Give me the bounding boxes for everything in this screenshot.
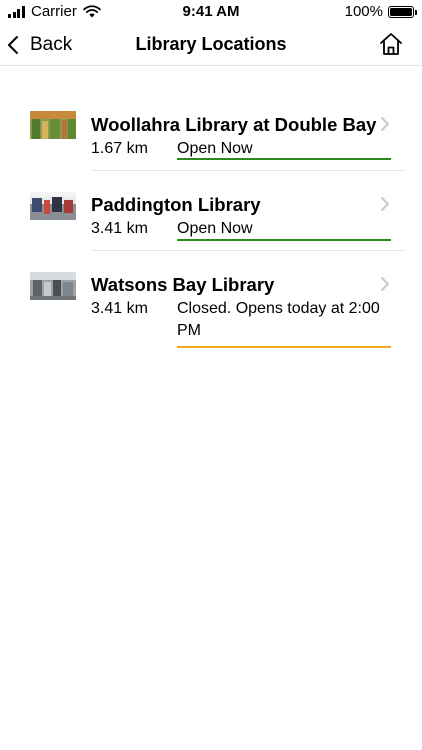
library-item-woollahra[interactable]: Woollahra Library at Double Bay 1.67 km … [0, 66, 422, 171]
status-underline [177, 239, 391, 241]
library-distance: 3.41 km [91, 300, 148, 317]
library-name: Watsons Bay Library [91, 274, 275, 295]
library-name: Paddington Library [91, 194, 261, 215]
library-item-watsons-bay[interactable]: Watsons Bay Library 3.41 km Closed. Open… [0, 251, 422, 361]
navigation-bar: Back Library Locations [0, 24, 422, 66]
library-distance: 1.67 km [91, 140, 148, 157]
chevron-right-icon [381, 117, 389, 131]
library-thumbnail [30, 192, 76, 220]
library-name: Woollahra Library at Double Bay [91, 114, 377, 135]
status-right: 100% [344, 3, 417, 20]
chevron-right-icon [381, 277, 389, 291]
library-thumbnail [30, 272, 76, 300]
library-locations-screen: Carrier 9:41 AM 100% Back Library Locati… [0, 0, 422, 750]
home-button[interactable] [378, 31, 404, 57]
library-item-paddington[interactable]: Paddington Library 3.41 km Open Now [0, 171, 422, 251]
library-list: Woollahra Library at Double Bay 1.67 km … [0, 66, 422, 361]
status-underline [177, 158, 391, 160]
library-distance: 3.41 km [91, 220, 148, 237]
battery-icon [388, 5, 417, 18]
battery-percentage: 100% [344, 3, 383, 20]
status-underline [177, 346, 391, 348]
library-status: Open Now [177, 220, 253, 237]
chevron-right-icon [381, 197, 389, 211]
library-thumbnail [30, 111, 76, 139]
home-icon [380, 33, 402, 55]
status-bar: Carrier 9:41 AM 100% [0, 0, 422, 24]
page-title: Library Locations [135, 34, 287, 54]
library-status: Closed. Opens today at 2:00 PM [177, 300, 380, 339]
library-status: Open Now [177, 140, 253, 157]
